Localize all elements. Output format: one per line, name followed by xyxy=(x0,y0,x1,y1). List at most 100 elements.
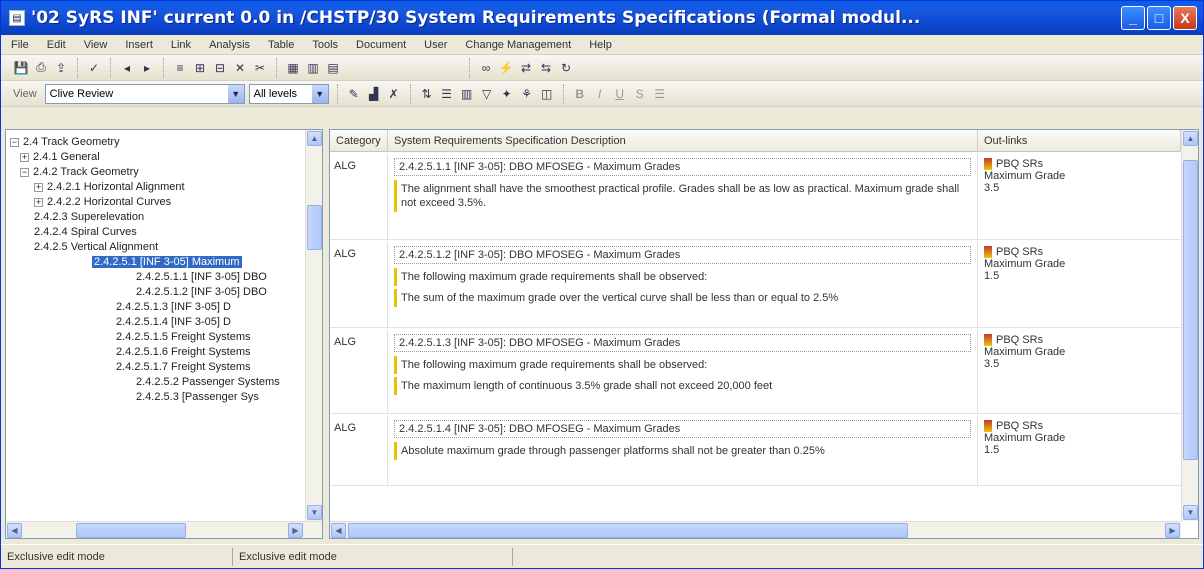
save-icon[interactable]: 💾 xyxy=(13,60,29,76)
collapse-icon[interactable]: − xyxy=(10,137,19,147)
tree-item[interactable]: 2.4.2.5.1.6 Freight Systems xyxy=(116,344,251,360)
tree-item[interactable]: 2.4.2.5 Vertical Alignment xyxy=(34,239,158,255)
outlinks-cell[interactable]: PBQ SRs Maximum Grade 1.5 xyxy=(978,416,1181,485)
delete-icon[interactable]: ✗ xyxy=(386,86,402,102)
chevron-down-icon[interactable]: ▼ xyxy=(227,84,244,103)
italic-icon[interactable]: I xyxy=(592,86,608,102)
maximize-button[interactable]: □ xyxy=(1147,6,1171,30)
scroll-down-icon[interactable]: ▼ xyxy=(1183,505,1198,520)
layout-icon[interactable]: ◫ xyxy=(539,86,555,102)
scroll-left-icon[interactable]: ◀ xyxy=(331,523,346,538)
description-cell[interactable]: 2.4.2.5.1.4 [INF 3-05]: DBO MFOSEG - Max… xyxy=(388,416,978,485)
tree-item[interactable]: +2.4.1 General xyxy=(20,149,100,165)
column-icon[interactable]: ▥ xyxy=(305,60,321,76)
tree-item[interactable]: 2.4.2.5.3 [Passenger Sys xyxy=(136,389,259,405)
filter-icon[interactable]: ▽ xyxy=(479,86,495,102)
minimize-button[interactable]: _ xyxy=(1121,6,1145,30)
tree-icon[interactable]: ⚘ xyxy=(519,86,535,102)
scroll-up-icon[interactable]: ▲ xyxy=(307,131,322,146)
title-bar[interactable]: ▤ '02 SyRS INF' current 0.0 in /CHSTP/30… xyxy=(1,1,1203,35)
outlinks-cell[interactable]: PBQ SRs Maximum Grade 3.5 xyxy=(978,154,1181,239)
menu-analysis[interactable]: Analysis xyxy=(209,39,250,51)
unlink-icon[interactable]: ⚡ xyxy=(498,60,514,76)
menu-table[interactable]: Table xyxy=(268,39,294,51)
link-source-icon[interactable]: ⇄ xyxy=(518,60,534,76)
tree-item[interactable]: 2.4.2.5.1.2 [INF 3-05] DBO xyxy=(136,284,267,300)
expand-icon[interactable]: + xyxy=(34,197,43,207)
link-icon[interactable]: ∞ xyxy=(478,60,494,76)
column-header-category[interactable]: Category xyxy=(330,130,388,152)
menu-view[interactable]: View xyxy=(84,39,108,51)
tree-scroll-thumb[interactable] xyxy=(307,205,322,250)
grid-vertical-scrollbar[interactable]: ▲ ▼ xyxy=(1181,130,1198,521)
menu-insert[interactable]: Insert xyxy=(125,39,153,51)
table-icon[interactable]: ▦ xyxy=(285,60,301,76)
menu-file[interactable]: File xyxy=(11,39,29,51)
cut-object-icon[interactable]: ✂ xyxy=(252,60,268,76)
grid-horizontal-scrollbar[interactable]: ◀ ▶ xyxy=(330,521,1181,538)
chevron-down-icon[interactable]: ▼ xyxy=(311,84,328,103)
print-icon[interactable]: ⎙ xyxy=(33,60,49,76)
menu-edit[interactable]: Edit xyxy=(47,39,66,51)
table-row[interactable]: ALG 2.4.2.5.1.4 [INF 3-05]: DBO MFOSEG - … xyxy=(330,416,1181,486)
link-target-icon[interactable]: ⇆ xyxy=(538,60,554,76)
collapse-icon[interactable]: − xyxy=(20,167,29,177)
tree-item[interactable]: 2.4.2.5.2 Passenger Systems xyxy=(136,374,280,390)
scroll-down-icon[interactable]: ▼ xyxy=(307,505,322,520)
table-row[interactable]: ALG 2.4.2.5.1.1 [INF 3-05]: DBO MFOSEG - … xyxy=(330,154,1181,240)
outline-icon[interactable]: ☰ xyxy=(439,86,455,102)
tree-item[interactable]: −2.4.2 Track Geometry xyxy=(20,164,139,180)
tree-item[interactable]: +2.4.2.2 Horizontal Curves xyxy=(34,194,171,210)
scroll-right-icon[interactable]: ▶ xyxy=(1165,523,1180,538)
tree-item[interactable]: 2.4.2.5.1.5 Freight Systems xyxy=(116,329,251,345)
bullet-list-icon[interactable]: ☰ xyxy=(652,86,668,102)
tree-horizontal-scrollbar[interactable]: ◀ ▶ xyxy=(6,521,322,538)
tree-vertical-scrollbar[interactable]: ▲ ▼ xyxy=(305,130,322,521)
scroll-left-icon[interactable]: ◀ xyxy=(7,523,22,538)
level-select[interactable]: All levels ▼ xyxy=(248,83,329,104)
link-flag-icon[interactable] xyxy=(984,158,992,171)
tree-item[interactable]: 2.4.2.5.1 [INF 3-05] Maximum xyxy=(92,254,242,270)
link-flag-icon[interactable] xyxy=(984,334,992,347)
tree-item[interactable]: 2.4.2.4 Spiral Curves xyxy=(34,224,137,240)
insert-after-icon[interactable]: ⊟ xyxy=(212,60,228,76)
menu-document[interactable]: Document xyxy=(356,39,406,51)
description-cell[interactable]: 2.4.2.5.1.2 [INF 3-05]: DBO MFOSEG - Max… xyxy=(388,242,978,327)
columns-icon[interactable]: ▥ xyxy=(459,86,475,102)
pin-icon[interactable]: ✦ xyxy=(499,86,515,102)
strikethrough-icon[interactable]: S xyxy=(632,86,648,102)
tree-item[interactable]: 2.4.2.5.1.3 [INF 3-05] D xyxy=(116,299,231,315)
grid-scroll-thumb[interactable] xyxy=(1183,160,1198,460)
menu-change-management[interactable]: Change Management xyxy=(465,39,571,51)
back-icon[interactable]: ◂ xyxy=(119,60,135,76)
insert-heading-icon[interactable]: ≡ xyxy=(172,60,188,76)
insert-below-icon[interactable]: ⊞ xyxy=(192,60,208,76)
refresh-links-icon[interactable]: ↻ xyxy=(558,60,574,76)
table-row[interactable]: ALG 2.4.2.5.1.3 [INF 3-05]: DBO MFOSEG - … xyxy=(330,330,1181,414)
bold-icon[interactable]: B xyxy=(572,86,588,102)
upload-icon[interactable]: ⇪ xyxy=(53,60,69,76)
tree-item[interactable]: 2.4.2.5.1.1 [INF 3-05] DBO xyxy=(136,269,267,285)
edit-attributes-icon[interactable]: ✎ xyxy=(346,86,362,102)
explorer-tree[interactable]: −2.4 Track Geometry +2.4.1 General −2.4.2 … xyxy=(5,129,323,539)
column-header-description[interactable]: System Requirements Specification Descri… xyxy=(388,130,978,152)
description-cell[interactable]: 2.4.2.5.1.1 [INF 3-05]: DBO MFOSEG - Max… xyxy=(388,154,978,239)
underline-icon[interactable]: U xyxy=(612,86,628,102)
tree-hscroll-thumb[interactable] xyxy=(76,523,186,538)
tree-item[interactable]: 2.4.2.5.1.4 [INF 3-05] D xyxy=(116,314,231,330)
chart-icon[interactable]: ▟ xyxy=(366,86,382,102)
tree-item[interactable]: 2.4.2.3 Superelevation xyxy=(34,209,144,225)
table-row[interactable]: ALG 2.4.2.5.1.2 [INF 3-05]: DBO MFOSEG - … xyxy=(330,242,1181,328)
outlinks-cell[interactable]: PBQ SRs Maximum Grade 3.5 xyxy=(978,330,1181,413)
delete-object-icon[interactable]: ✕ xyxy=(232,60,248,76)
link-flag-icon[interactable] xyxy=(984,420,992,433)
menu-link[interactable]: Link xyxy=(171,39,191,51)
close-button[interactable]: X xyxy=(1173,6,1197,30)
tree-item[interactable]: 2.4.2.5.1.7 Freight Systems xyxy=(116,359,251,375)
description-cell[interactable]: 2.4.2.5.1.3 [INF 3-05]: DBO MFOSEG - Max… xyxy=(388,330,978,413)
expand-icon[interactable]: + xyxy=(34,182,43,192)
menu-help[interactable]: Help xyxy=(589,39,612,51)
forward-icon[interactable]: ▸ xyxy=(139,60,155,76)
menu-user[interactable]: User xyxy=(424,39,447,51)
tree-item[interactable]: −2.4 Track Geometry xyxy=(10,134,120,150)
